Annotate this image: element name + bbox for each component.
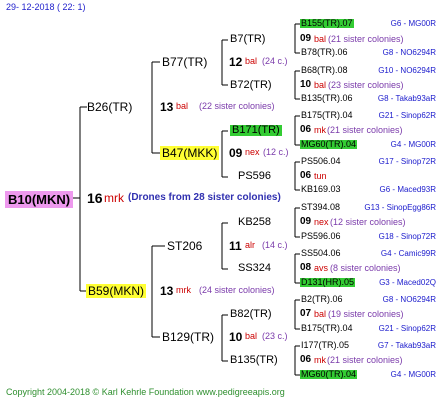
gen4-place: bal xyxy=(314,309,327,319)
gen4-note: (21 sister colonies) xyxy=(327,355,403,365)
gen4-note: (19 sister colonies) xyxy=(328,309,404,319)
gen4-queen-name[interactable]: KB258 xyxy=(238,217,271,228)
gen5-code: G6 - Maced93R xyxy=(379,185,436,194)
gen5-queen-name[interactable]: PS506.04 xyxy=(300,157,342,166)
gen4-place: avs xyxy=(314,263,329,273)
gen3-note: (14 c.) xyxy=(262,240,288,250)
gen4-note: (21 sister colonies) xyxy=(327,125,403,135)
gen4-generation: 10 xyxy=(300,79,312,90)
gen5-code: G4 - MG00R xyxy=(390,140,436,149)
gen5-code: G8 - Takab93aR xyxy=(377,94,436,103)
gen3-note: (23 c.) xyxy=(262,331,288,341)
gen3-place: bal xyxy=(245,56,258,66)
gen4-generation: 07 xyxy=(300,308,312,319)
gen4-place: nex xyxy=(314,217,329,227)
generated-date: 29- 12-2018 ( 22: 1) xyxy=(6,2,86,12)
gen3-note: (12 c.) xyxy=(263,147,289,157)
gen2-place: bal xyxy=(176,101,189,111)
gen4-queen-name[interactable]: B135(TR) xyxy=(230,355,278,366)
gen5-code: G4 - Camic99R xyxy=(380,249,436,258)
gen4-generation: 06 xyxy=(300,170,312,181)
root-queen-name[interactable]: B10(MKN) xyxy=(5,191,74,208)
gen4-queen-name[interactable]: B82(TR) xyxy=(230,309,272,320)
gen5-code: G4 - MG00R xyxy=(390,370,436,379)
pedigree-canvas: 29- 12-2018 ( 22: 1) Copyright 2004-2018… xyxy=(0,0,440,400)
gen3-generation: 12 xyxy=(229,55,243,69)
gen5-code: G21 - Sinop62R xyxy=(378,324,436,333)
root-generation: 16 xyxy=(87,190,103,206)
gen2-place: mrk xyxy=(176,285,191,295)
gen2-queen-name[interactable]: B59(MKN) xyxy=(86,284,147,298)
gen5-queen-name[interactable]: B78(TR).06 xyxy=(300,48,349,57)
gen3-queen-name[interactable]: B77(TR) xyxy=(162,56,207,68)
gen3-queen-name[interactable]: B129(TR) xyxy=(162,331,214,343)
gen3-note: (24 c.) xyxy=(262,56,288,66)
gen4-place: tun xyxy=(314,171,327,181)
gen5-code: G6 - MG00R xyxy=(390,19,436,28)
gen4-generation: 09 xyxy=(300,33,312,44)
gen4-queen-name[interactable]: B72(TR) xyxy=(230,80,272,91)
gen5-code: G8 - NO6294R xyxy=(382,295,436,304)
gen4-generation: 06 xyxy=(300,124,312,135)
gen4-note: (8 sister colonies) xyxy=(330,263,401,273)
gen4-generation: 09 xyxy=(300,216,312,227)
gen3-place: bal xyxy=(245,331,258,341)
gen4-note: (23 sister colonies) xyxy=(328,80,404,90)
gen5-queen-name[interactable]: KB169.03 xyxy=(300,185,342,194)
gen5-code: G13 - SinopEgg86R xyxy=(364,203,436,212)
gen4-place: mk xyxy=(314,125,326,135)
gen4-note: (12 sister colonies) xyxy=(330,217,406,227)
gen2-note: (22 sister colonies) xyxy=(199,101,275,111)
root-note: (Drones from 28 sister colonies) xyxy=(128,192,281,203)
gen2-note: (24 sister colonies) xyxy=(199,285,275,295)
gen5-code: G8 - NO6294R xyxy=(382,48,436,57)
gen4-place: bal xyxy=(314,80,327,90)
gen4-place: mk xyxy=(314,355,326,365)
gen4-note: (21 sister colonies) xyxy=(328,34,404,44)
gen5-queen-name[interactable]: SS504.06 xyxy=(300,249,342,258)
gen4-queen-name[interactable]: B7(TR) xyxy=(230,34,265,45)
gen5-code: G10 - NO6294R xyxy=(378,66,436,75)
gen3-generation: 10 xyxy=(229,330,243,344)
gen4-generation: 06 xyxy=(300,354,312,365)
gen5-code: G18 - Sinop72R xyxy=(378,232,436,241)
gen5-queen-name[interactable]: B135(TR).06 xyxy=(300,94,354,103)
gen5-queen-name[interactable]: B68(TR).08 xyxy=(300,66,349,75)
gen5-code: G7 - Takab93aR xyxy=(377,341,436,350)
gen3-place: nex xyxy=(245,147,260,157)
gen5-queen-name[interactable]: B2(TR).06 xyxy=(300,295,344,304)
root-place: mrk xyxy=(104,191,124,205)
gen5-queen-name[interactable]: ST394.08 xyxy=(300,203,341,212)
gen4-place: bal xyxy=(314,34,327,44)
gen3-generation: 11 xyxy=(229,239,242,253)
gen5-queen-name[interactable]: B155(TR).07 xyxy=(300,19,354,28)
gen4-queen-name[interactable]: PS596 xyxy=(238,171,271,182)
gen5-queen-name[interactable]: MG60(TR).04 xyxy=(300,140,358,149)
gen2-queen-name[interactable]: B26(TR) xyxy=(87,101,132,113)
gen5-queen-name[interactable]: I177(TR).05 xyxy=(300,341,350,350)
gen4-queen-name[interactable]: SS324 xyxy=(238,263,271,274)
gen5-queen-name[interactable]: B175(TR).04 xyxy=(300,324,354,333)
copyright-footer: Copyright 2004-2018 © Karl Kehrle Founda… xyxy=(6,387,285,397)
gen5-queen-name[interactable]: PS596.06 xyxy=(300,232,342,241)
gen3-queen-name[interactable]: ST206 xyxy=(167,240,202,252)
gen4-generation: 08 xyxy=(300,262,312,273)
gen4-queen-name[interactable]: B171(TR) xyxy=(230,125,282,136)
gen5-queen-name[interactable]: D131(HR).05 xyxy=(300,278,356,287)
gen5-code: G21 - Sinop62R xyxy=(378,111,436,120)
gen5-queen-name[interactable]: MG60(TR).04 xyxy=(300,370,358,379)
gen2-generation: 13 xyxy=(160,284,174,298)
gen5-code: G3 - Maced02Q xyxy=(379,278,436,287)
gen3-place: alr xyxy=(245,240,256,250)
gen2-generation: 13 xyxy=(160,100,174,114)
gen5-queen-name[interactable]: B175(TR).04 xyxy=(300,111,354,120)
gen5-code: G17 - Sinop72R xyxy=(378,157,436,166)
gen3-queen-name[interactable]: B47(MKK) xyxy=(160,146,220,160)
gen3-generation: 09 xyxy=(229,146,243,160)
